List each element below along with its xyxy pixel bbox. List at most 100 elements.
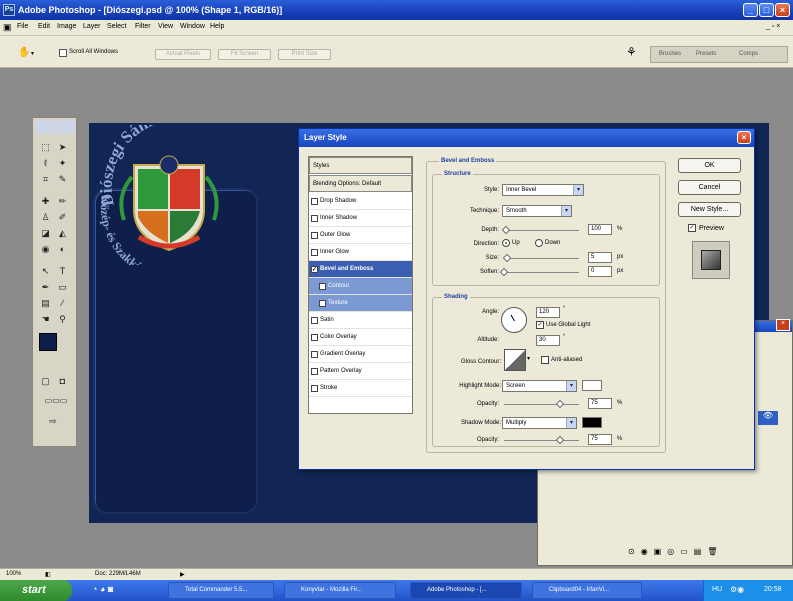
maximize-button[interactable]: □: [759, 3, 774, 17]
layer-visibility-icon[interactable]: 👁: [758, 411, 778, 425]
language-indicator[interactable]: HU: [712, 586, 722, 593]
tool-preset-dropdown-icon[interactable]: ▾: [31, 50, 34, 57]
healing-brush-tool-icon[interactable]: ✚: [38, 194, 53, 208]
checkbox-checked[interactable]: ✓: [311, 266, 318, 273]
menu-edit[interactable]: Edit: [38, 23, 50, 30]
minimize-button[interactable]: _: [743, 3, 758, 17]
style-item-inner-shadow[interactable]: Inner Shadow: [309, 210, 412, 227]
quick-launch-icons[interactable]: ◔ ◕ ◙: [92, 584, 113, 594]
anti-aliased-checkbox[interactable]: [541, 356, 549, 364]
style-item-inner-glow[interactable]: Inner Glow: [309, 244, 412, 261]
soften-slider[interactable]: [504, 272, 579, 273]
layers-panel-close-icon[interactable]: ×: [776, 319, 790, 331]
checkbox[interactable]: [311, 317, 318, 324]
angle-input[interactable]: 120: [536, 307, 560, 318]
style-item-outer-glow[interactable]: Outer Glow: [309, 227, 412, 244]
style-item-contour[interactable]: Contour: [309, 278, 412, 295]
comps-tab[interactable]: Comps: [739, 51, 758, 57]
dialog-close-button[interactable]: ×: [737, 131, 751, 144]
notes-tool-icon[interactable]: ▤: [38, 296, 53, 310]
new-style-button[interactable]: New Style...: [678, 202, 741, 217]
history-brush-tool-icon[interactable]: ✐: [55, 210, 70, 224]
magic-wand-tool-icon[interactable]: ✦: [55, 156, 70, 170]
layers-panel-bottom-icons[interactable]: ⊙◉▣◎▭▤🗑: [628, 547, 724, 556]
cancel-button[interactable]: Cancel: [678, 180, 741, 195]
depth-slider[interactable]: [504, 230, 579, 231]
menu-view[interactable]: View: [158, 23, 173, 30]
highlight-opacity-input[interactable]: 75: [588, 398, 612, 409]
brush-tool-icon[interactable]: ✏: [55, 194, 70, 208]
lasso-tool-icon[interactable]: ℓ: [38, 156, 53, 170]
size-slider[interactable]: [504, 258, 579, 259]
slice-tool-icon[interactable]: ✎: [55, 172, 70, 186]
menu-image[interactable]: Image: [57, 23, 76, 30]
shadow-opacity-slider[interactable]: [504, 440, 579, 441]
style-item-texture[interactable]: Texture: [309, 295, 412, 312]
fit-screen-button[interactable]: Fit Screen: [218, 49, 271, 60]
toolbox-header-feather-icon[interactable]: [35, 120, 75, 134]
style-item-satin[interactable]: Satin: [309, 312, 412, 329]
checkbox[interactable]: [319, 283, 326, 290]
shadow-mode-select[interactable]: Multiply ▾: [502, 417, 577, 429]
screen-mode-icons[interactable]: ▭▭▭: [36, 394, 76, 408]
ok-button[interactable]: OK: [678, 158, 741, 173]
tray-icons[interactable]: ⚙◉: [730, 585, 744, 594]
checkbox[interactable]: [311, 385, 318, 392]
jump-to-imageready-icon[interactable]: ⇨: [38, 414, 68, 428]
direction-up-radio[interactable]: [502, 239, 510, 247]
marquee-tool-icon[interactable]: ⬚: [38, 140, 53, 154]
style-item-drop-shadow[interactable]: Drop Shadow: [309, 193, 412, 210]
direction-down-radio[interactable]: [535, 239, 543, 247]
angle-dial[interactable]: [501, 307, 527, 333]
print-size-button[interactable]: Print Size: [278, 49, 331, 60]
zoom-stepper-icon[interactable]: ◧: [45, 571, 51, 578]
size-input[interactable]: 5: [588, 252, 612, 263]
style-item-bevel-emboss[interactable]: ✓ Bevel and Emboss: [309, 261, 412, 278]
chevron-down-icon[interactable]: ▾: [527, 355, 530, 362]
menu-help[interactable]: Help: [210, 23, 224, 30]
zoom-level[interactable]: 100%: [6, 571, 21, 577]
path-selection-tool-icon[interactable]: ↖: [38, 264, 53, 278]
checkbox[interactable]: [311, 215, 318, 222]
blur-tool-icon[interactable]: ◉: [38, 242, 53, 256]
checkbox[interactable]: [311, 368, 318, 375]
shadow-color-swatch[interactable]: [582, 417, 602, 428]
gloss-contour-picker[interactable]: [504, 349, 526, 371]
technique-select[interactable]: Smooth ▾: [502, 205, 572, 217]
scroll-all-checkbox[interactable]: [59, 49, 67, 57]
soften-input[interactable]: 0: [588, 266, 612, 277]
depth-input[interactable]: 100: [588, 224, 612, 235]
status-menu-arrow-icon[interactable]: ▶: [180, 571, 185, 578]
checkbox[interactable]: [311, 334, 318, 341]
dodge-tool-icon[interactable]: ◐: [55, 242, 70, 256]
eyedropper-tool-icon[interactable]: ⁄: [55, 296, 70, 310]
global-light-checkbox[interactable]: ✓: [536, 321, 544, 329]
hand-tool-icon-tb[interactable]: ☚: [38, 312, 53, 326]
document-icon[interactable]: ▣: [3, 22, 12, 33]
close-button[interactable]: ×: [775, 3, 790, 17]
style-item-color-overlay[interactable]: Color Overlay: [309, 329, 412, 346]
task-photoshop[interactable]: Adobe Photoshop - [...: [410, 582, 522, 599]
checkbox[interactable]: [311, 249, 318, 256]
menu-window[interactable]: Window: [180, 23, 205, 30]
start-button[interactable]: start: [0, 580, 72, 601]
task-total-commander[interactable]: Total Commander 5.5...: [168, 582, 274, 599]
task-irfanview[interactable]: Clipboard04 - IrfanVi...: [532, 582, 642, 599]
clone-stamp-tool-icon[interactable]: ♙: [38, 210, 53, 224]
hand-tool-icon[interactable]: ✋: [18, 47, 30, 58]
eraser-tool-icon[interactable]: ◪: [38, 226, 53, 240]
style-item-gradient-overlay[interactable]: Gradient Overlay: [309, 346, 412, 363]
highlight-mode-select[interactable]: Screen ▾: [502, 380, 577, 392]
checkbox[interactable]: [319, 300, 326, 307]
menu-select[interactable]: Select: [107, 23, 126, 30]
brushes-tab[interactable]: Brushes: [659, 51, 681, 57]
checkbox[interactable]: [311, 351, 318, 358]
actual-pixels-button[interactable]: Actual Pixels: [155, 49, 211, 60]
highlight-color-swatch[interactable]: [582, 380, 602, 391]
pen-tool-icon[interactable]: ✒: [38, 280, 53, 294]
style-item-stroke[interactable]: Stroke: [309, 380, 412, 397]
task-mozilla[interactable]: Konyvtar - Mozilla Fir...: [284, 582, 396, 599]
standard-mode-icon[interactable]: ▢: [38, 374, 53, 388]
styles-header[interactable]: Styles: [309, 157, 412, 174]
dialog-titlebar[interactable]: Layer Style ×: [299, 129, 754, 147]
